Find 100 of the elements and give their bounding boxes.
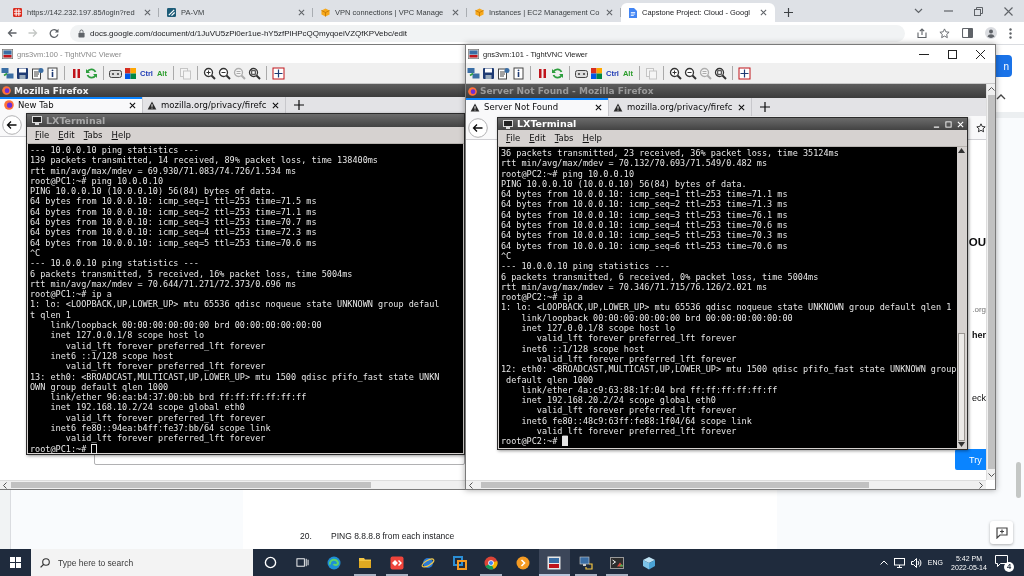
connection-icon[interactable] xyxy=(1,66,14,80)
cube-icon xyxy=(475,8,484,17)
zoom-fit-icon[interactable] xyxy=(713,66,727,80)
scroll-down-icon[interactable] xyxy=(987,473,995,477)
maximize-icon[interactable] xyxy=(948,49,957,59)
terminal-line: 64 bytes from 10.0.0.10: icmp_seq=1 ttl=253 time=71.1 ms xyxy=(501,189,789,200)
minimize-icon[interactable] xyxy=(919,53,929,55)
star-icon[interactable] xyxy=(939,27,950,39)
four-squares-icon[interactable] xyxy=(590,66,603,80)
terminal-line: inet6 fe80::48c9:63ff:fe88:1f04/64 scope link xyxy=(520,415,753,426)
menu-item[interactable]: Help xyxy=(111,130,131,140)
scrollbar-thumb[interactable] xyxy=(11,482,371,488)
zoom-in-icon[interactable] xyxy=(202,66,216,80)
document-icon xyxy=(629,7,637,18)
terminal-line: 64 bytes from 10.0.0.10: icmp_seq=4 ttl=253 time=70.6 ms xyxy=(501,220,789,231)
browser-tab[interactable]: New Tab xyxy=(0,97,143,113)
scrollbar-thumb[interactable] xyxy=(987,95,995,469)
taskbar-button[interactable] xyxy=(538,549,570,576)
browser-logo-icon xyxy=(468,86,477,96)
menu-item[interactable]: Edit xyxy=(58,130,75,140)
close-icon[interactable] xyxy=(595,103,602,111)
horizontal-scrollbar[interactable] xyxy=(0,480,465,489)
add-comment-button[interactable] xyxy=(990,521,1013,544)
menu-icon[interactable] xyxy=(1009,27,1012,39)
back-arrow-icon[interactable] xyxy=(7,28,17,38)
menu-item[interactable]: Edit xyxy=(529,133,546,143)
vertical-scrollbar[interactable] xyxy=(986,84,995,480)
properties-icon[interactable] xyxy=(497,66,510,80)
header-button[interactable]: n xyxy=(996,55,1012,77)
chevron-down-icon[interactable] xyxy=(914,8,923,14)
menu-item[interactable]: Tabs xyxy=(83,130,103,140)
terminal-line: --- 10.0.0.10 ping statistics --- xyxy=(501,261,671,272)
terminal-line: link/ether 96:ea:b4:37:00:bb brd ff:ff:ff:ff:ff:ff xyxy=(49,392,308,403)
close-icon[interactable] xyxy=(129,101,136,109)
app-logo-icon xyxy=(2,49,13,59)
page-text: .org xyxy=(972,305,986,315)
address-field[interactable]: docs.google.com/document/d/1JuVU5zPi0er1ue-hY5zfPlHPcQQmyqoeiVZQfKPVebc/edit xyxy=(70,24,905,42)
network-icon[interactable] xyxy=(893,557,905,568)
try-button[interactable]: Try xyxy=(955,449,986,470)
terminal-line: inet6 ::1/128 scope host xyxy=(520,343,646,354)
browser-tab[interactable]: Server Not Found xyxy=(466,98,609,116)
terminal-line: 36 packets transmitted, 23 received, 36% packet loss, time 35124ms xyxy=(501,148,840,159)
info-icon[interactable] xyxy=(512,66,525,80)
box-icon xyxy=(641,555,656,570)
back-icon[interactable] xyxy=(468,117,488,138)
scroll-left-icon[interactable] xyxy=(3,481,7,489)
fullscreen-icon[interactable] xyxy=(271,66,285,80)
terminal-line: --- 10.0.0.10 ping statistics --- xyxy=(30,258,200,269)
info-icon[interactable] xyxy=(46,66,59,80)
star-icon[interactable] xyxy=(976,122,986,133)
terminal-line: 64 bytes from 10.0.0.10: icmp_seq=6 ttl=253 time=70.6 ms xyxy=(501,240,789,251)
menu-item[interactable]: Tabs xyxy=(554,133,574,143)
plus-icon[interactable] xyxy=(294,100,304,110)
zoom-fit-icon[interactable] xyxy=(247,66,261,80)
scrollbar-thumb[interactable] xyxy=(958,333,965,441)
plus-icon[interactable] xyxy=(760,102,770,112)
zoom-out-icon[interactable] xyxy=(217,66,231,80)
pause-icon[interactable] xyxy=(536,66,549,80)
reload-icon[interactable] xyxy=(49,28,59,38)
restore-icon[interactable] xyxy=(974,6,983,16)
vertical-scrollbar[interactable] xyxy=(957,147,966,448)
plus-icon[interactable] xyxy=(784,8,793,17)
fullscreen-icon[interactable] xyxy=(737,66,751,80)
properties-icon[interactable] xyxy=(31,66,44,80)
zoom-in-icon[interactable] xyxy=(668,66,682,80)
connection-icon[interactable] xyxy=(467,66,480,80)
scroll-left-icon[interactable] xyxy=(469,481,473,489)
terminal-line: link/ether 4a:c9:63:88:1f:04 brd ff:ff:ff:ff:ff:ff xyxy=(520,384,779,396)
zoom-out-icon[interactable] xyxy=(683,66,697,80)
close-icon[interactable] xyxy=(976,49,985,59)
notification-icon xyxy=(995,554,1008,567)
terminal-line: inet 127.0.0.1/8 scope host lo xyxy=(520,323,676,334)
back-icon[interactable] xyxy=(2,114,22,135)
four-squares-icon[interactable] xyxy=(124,66,137,80)
refresh-icon[interactable] xyxy=(551,66,564,80)
horizontal-scrollbar[interactable] xyxy=(466,480,986,489)
terminal-line: root@PC1:~# ip a xyxy=(30,289,113,300)
refresh-icon[interactable] xyxy=(85,66,98,80)
search-field[interactable]: Type here to search xyxy=(31,549,253,576)
lock-icon xyxy=(78,28,85,38)
scroll-up-icon[interactable] xyxy=(987,87,995,91)
scroll-right-icon[interactable] xyxy=(979,481,983,489)
menu-item[interactable]: File xyxy=(35,130,50,140)
terminal-line: valid_lft forever preferred_lft forever xyxy=(535,405,738,416)
window-title: LXTerminal xyxy=(46,115,106,126)
close-icon[interactable] xyxy=(738,103,745,111)
speaker-icon[interactable] xyxy=(910,557,922,568)
menu-item[interactable]: Help xyxy=(582,133,602,143)
profile-icon[interactable] xyxy=(985,27,997,39)
scrollbar-thumb[interactable] xyxy=(1016,462,1021,498)
side-panel-icon[interactable] xyxy=(962,28,973,38)
menu-item[interactable]: File xyxy=(506,133,521,143)
close-icon[interactable] xyxy=(272,101,279,109)
scrollbar-thumb[interactable] xyxy=(481,482,869,488)
pause-icon[interactable] xyxy=(70,66,83,80)
terminal-line: 64 bytes from 10.0.0.10: icmp_seq=1 ttl=253 time=71.5 ms xyxy=(30,196,318,207)
page-text: OU xyxy=(968,236,986,249)
share-icon[interactable] xyxy=(917,28,927,38)
terminal-line: inet 127.0.0.1/8 scope host lo xyxy=(49,330,205,341)
windows-logo-icon[interactable] xyxy=(10,557,21,568)
